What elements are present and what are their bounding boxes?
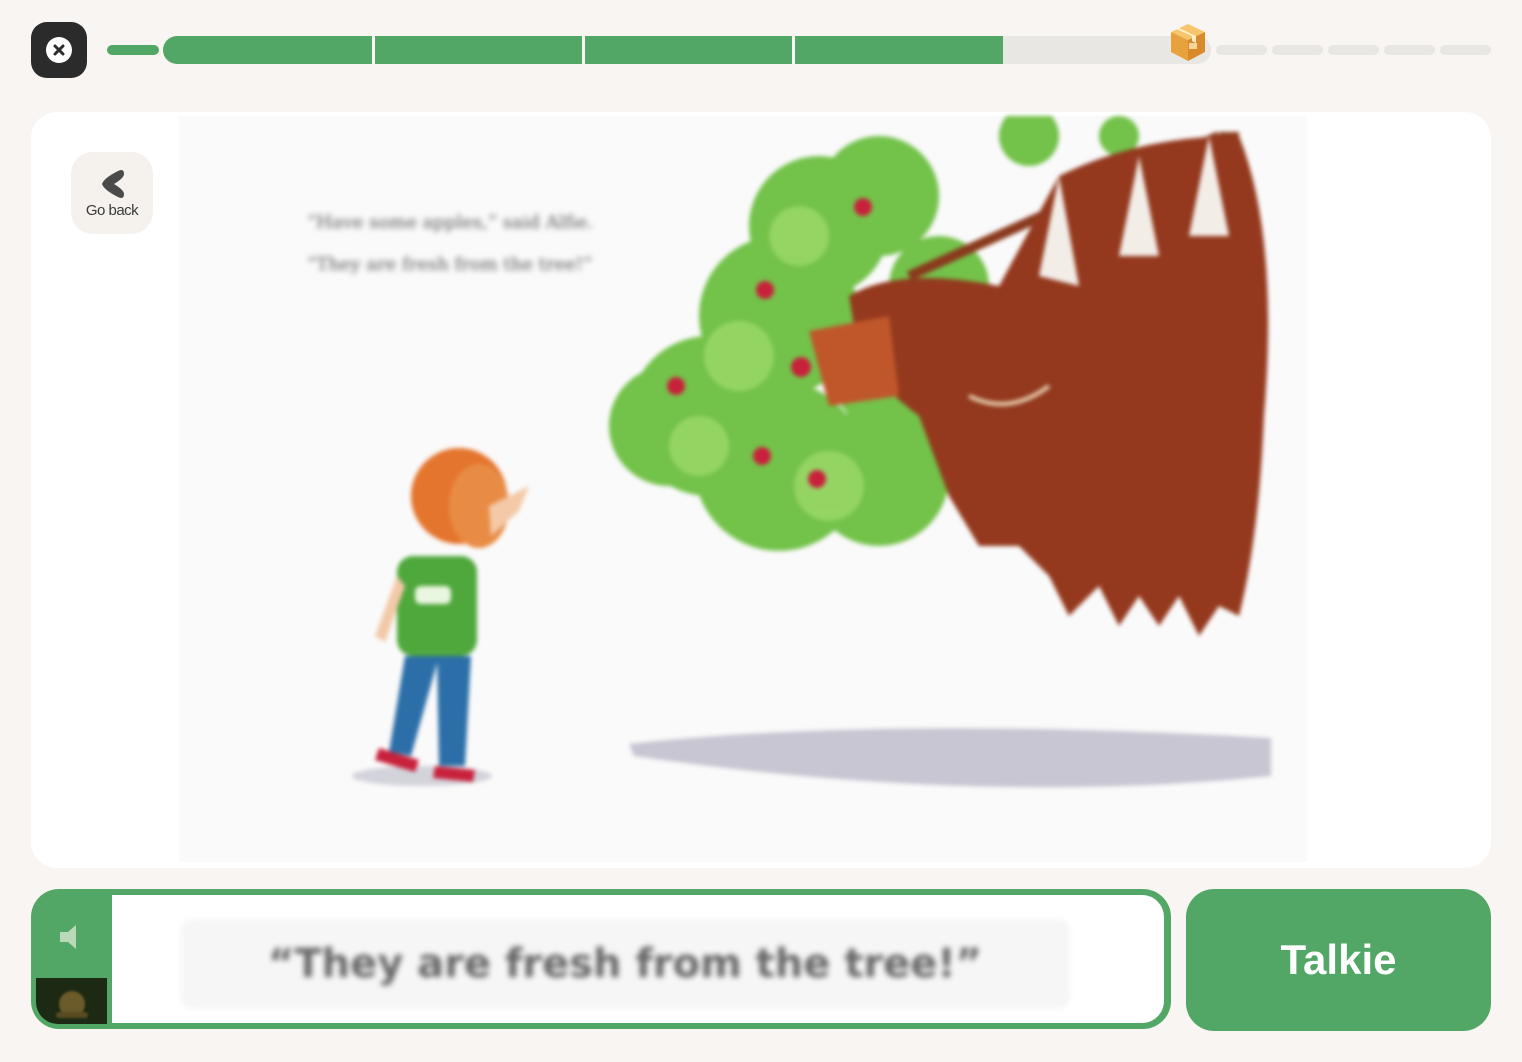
page-text-line: “Have some apples,” said Alfie. [307,212,593,233]
snail-icon [36,978,107,1024]
treasure-chest-icon [1168,21,1208,63]
progress-small-segment [1216,45,1267,55]
progress-intro-segment [107,45,159,55]
sentence-panel: “They are fresh from the tree!” [112,895,1164,1023]
story-illustration: “Have some apples,” said Alfie. “They ar… [179,116,1307,862]
talkie-button[interactable]: Talkie [1186,889,1491,1031]
play-audio-button[interactable] [35,899,107,974]
progress-small-segment [1384,45,1435,55]
progress-segment-divider [582,36,585,64]
progress-segment-divider [792,36,795,64]
progress-small-segment [1272,45,1323,55]
story-page-text: “Have some apples,” said Alfie. “They ar… [307,202,593,286]
sentence-reader: “They are fresh from the tree!” [31,889,1171,1029]
go-back-label: Go back [85,201,139,219]
lesson-progress-bar [0,0,1522,100]
chevron-left-icon [102,169,124,198]
speaker-icon [60,924,76,949]
page-text-line: “They are fresh from the tree!” [307,254,593,275]
progress-small-segment [1328,45,1379,55]
go-back-button[interactable]: Go back [71,152,153,234]
progress-small-segment [1440,45,1491,55]
progress-main-track [163,36,1211,64]
story-page-card: “Have some apples,” said Alfie. “They ar… [31,112,1491,868]
sentence-text: “They are fresh from the tree!” [180,919,1070,1009]
progress-segment-divider [372,36,375,64]
